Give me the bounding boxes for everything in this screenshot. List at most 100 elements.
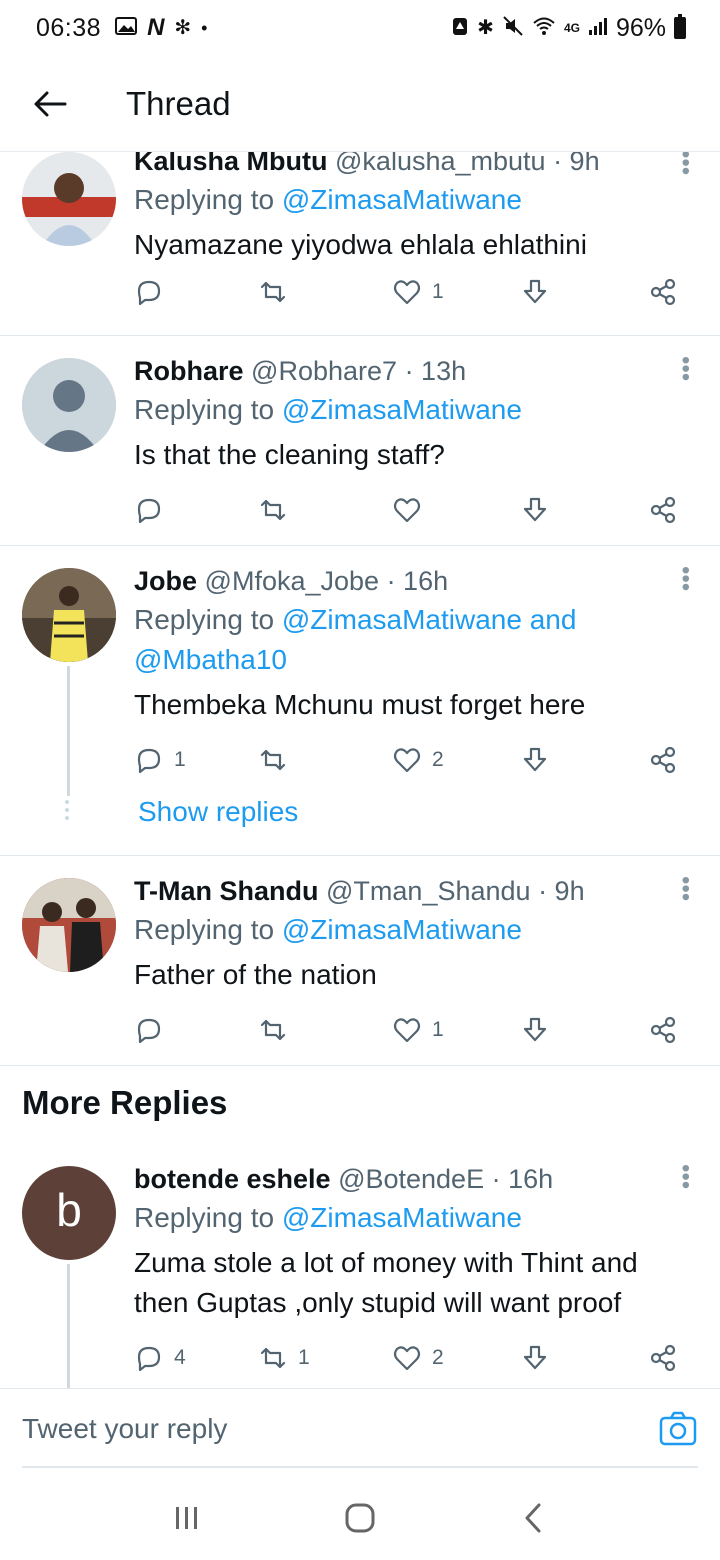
reply-button[interactable] [134,490,174,530]
retweet-button[interactable] [258,740,298,780]
retweet-button[interactable] [258,272,298,312]
status-time: 06:38 [36,13,102,42]
more-options-icon[interactable]: ••• [672,566,699,591]
download-icon [523,1345,547,1370]
more-options-icon[interactable]: ••• [672,1164,699,1189]
retweet-icon [260,281,286,303]
tweet-time: · 9h [553,152,600,176]
mention-link[interactable]: @ZimasaMatiwane [282,914,522,945]
tweet-content: T-Man Shandu @Tman_Shandu · 9h Replying … [134,872,700,995]
back-nav-icon[interactable] [503,1488,563,1548]
tweet-text: Zuma stole a lot of money with Thint and… [134,1243,700,1323]
like-button[interactable] [392,490,432,530]
tweet-header: botende eshele @BotendeE · 16h [134,1160,700,1198]
tweet-header: T-Man Shandu @Tman_Shandu · 9h [134,872,700,910]
retweet-button[interactable] [258,490,298,530]
retweet-icon [260,1019,286,1041]
download-button[interactable] [520,1338,550,1378]
more-options-icon[interactable]: ••• [672,152,699,175]
avatar[interactable] [22,878,116,972]
wifi-icon [532,16,556,40]
thread-line [67,1264,70,1388]
reply-button[interactable] [134,1010,174,1050]
mention-link[interactable]: @Mbatha10 [134,644,287,675]
mention-link[interactable]: @ZimasaMatiwane [282,1202,522,1233]
author-name[interactable]: T-Man Shandu [134,876,319,906]
tweet-header: Jobe @Mfoka_Jobe · 16h [134,562,700,600]
more-replies-heading: More Replies [22,1084,228,1121]
reply-icon [137,748,161,774]
tweet-time: · 16h [386,566,449,596]
reply-button[interactable]: 4 [134,1338,186,1378]
like-button[interactable]: 1 [392,272,444,312]
avatar[interactable] [22,358,116,452]
tweet-item[interactable]: b botende eshele @BotendeE · 16h Replyin… [0,1146,720,1388]
replying-to: Replying to @ZimasaMatiwane [134,910,700,950]
author-handle: @Mfoka_Jobe [204,566,380,596]
tweet-item[interactable]: Kalusha Mbutu @kalusha_mbutu · 9h Replyi… [0,152,720,336]
replying-to: Replying to @ZimasaMatiwane [134,1198,700,1238]
tweet-content: botende eshele @BotendeE · 16h Replying … [134,1160,700,1323]
tweet-time: · 13h [404,356,467,386]
like-button[interactable]: 2 [392,1338,444,1378]
show-replies-link[interactable]: Show replies [138,796,298,828]
like-button[interactable]: 2 [392,740,444,780]
mention-and[interactable]: and [530,604,577,635]
avatar[interactable]: b [22,1166,116,1260]
more-options-icon[interactable]: ••• [672,876,699,901]
avatar[interactable] [22,568,116,662]
avatar-letter: b [56,1184,82,1236]
tweet-text-line: then Guptas ,only stupid will want proof [134,1287,622,1318]
like-button[interactable]: 1 [392,1010,444,1050]
home-icon[interactable] [330,1488,390,1548]
download-button[interactable] [520,272,550,312]
reply-input[interactable]: Tweet your reply [22,1413,227,1445]
share-button[interactable] [648,1010,678,1050]
heart-icon [393,280,421,305]
share-button[interactable] [648,740,678,780]
tweet-text: Thembeka Mchunu must forget here [134,689,586,720]
back-arrow-icon[interactable] [0,56,100,152]
mention-link[interactable]: @ZimasaMatiwane [282,184,522,215]
download-icon [523,279,547,304]
mention-link[interactable]: @ZimasaMatiwane [282,394,522,425]
reply-count: 4 [174,1346,186,1369]
tweet-item[interactable]: Robhare @Robhare7 · 13h Replying to @Zim… [0,336,720,546]
author-name[interactable]: botende eshele [134,1164,331,1194]
download-button[interactable] [520,740,550,780]
reply-count: 1 [174,748,186,771]
bluetooth-icon: ✱ [477,17,494,39]
alarm-icon [451,15,469,41]
download-button[interactable] [520,490,550,530]
recent-apps-icon[interactable] [157,1488,217,1548]
retweet-button[interactable]: 1 [258,1338,310,1378]
heart-icon [393,498,421,523]
like-count: 1 [432,280,444,303]
retweet-button[interactable] [258,1010,298,1050]
download-button[interactable] [520,1010,550,1050]
more-options-icon[interactable]: ••• [672,356,699,381]
dot-icon: • [201,18,208,38]
reply-composer-bar[interactable]: Tweet your reply [0,1388,720,1468]
avatar[interactable] [22,152,116,246]
tweet-item[interactable]: T-Man Shandu @Tman_Shandu · 9h Replying … [0,856,720,1066]
tweet-text: Is that the cleaning staff? [134,439,445,470]
share-button[interactable] [648,272,678,312]
author-name[interactable]: Kalusha Mbutu [134,152,328,176]
reply-button[interactable] [134,272,174,312]
tweet-item[interactable]: Jobe @Mfoka_Jobe · 16h Replying to @Zima… [0,546,720,856]
author-name[interactable]: Robhare [134,356,244,386]
share-icon [650,278,676,306]
reply-icon [137,280,161,306]
reply-input-underline [22,1466,698,1468]
share-button[interactable] [648,1338,678,1378]
mention-link[interactable]: @ZimasaMatiwane [282,604,522,635]
download-icon [523,497,547,522]
thread-list[interactable]: Kalusha Mbutu @kalusha_mbutu · 9h Replyi… [0,152,720,1388]
author-name[interactable]: Jobe [134,566,197,596]
share-button[interactable] [648,490,678,530]
battery-percent: 96% [615,13,666,42]
replying-to: Replying to @ZimasaMatiwane [134,180,700,220]
reply-button[interactable]: 1 [134,740,186,780]
camera-icon[interactable] [658,1409,698,1449]
